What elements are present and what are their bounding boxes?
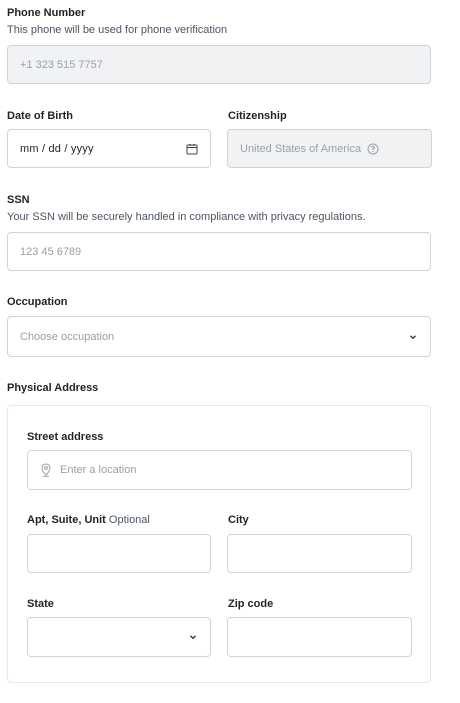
calendar-icon[interactable] xyxy=(186,143,198,155)
phone-label: Phone Number xyxy=(7,7,86,19)
address-section-label: Physical Address xyxy=(7,382,99,394)
location-pin-icon xyxy=(40,463,52,477)
city-label: City xyxy=(228,514,249,526)
ssn-label: SSN xyxy=(7,194,30,206)
chevron-down-icon xyxy=(408,332,418,342)
ssn-placeholder: 123 45 6789 xyxy=(20,245,82,258)
occupation-select[interactable]: Choose occupation xyxy=(7,316,431,357)
chevron-down-icon xyxy=(188,632,198,642)
apt-label: Apt, Suite, Unit Optional xyxy=(27,514,150,526)
citizenship-field: United States of America xyxy=(227,129,432,168)
dob-placeholder: mm / dd / yyyy xyxy=(20,142,94,155)
state-select[interactable] xyxy=(27,617,211,657)
occupation-label: Occupation xyxy=(7,296,68,308)
citizenship-value: United States of America xyxy=(240,142,362,155)
citizenship-label: Citizenship xyxy=(228,110,287,122)
street-placeholder: Enter a location xyxy=(60,464,137,476)
street-input[interactable]: Enter a location xyxy=(27,450,412,490)
help-icon[interactable] xyxy=(367,143,379,155)
ssn-hint: Your SSN will be securely handled in com… xyxy=(7,211,366,223)
ssn-input[interactable]: 123 45 6789 xyxy=(7,232,431,271)
zip-label: Zip code xyxy=(228,598,274,610)
apt-label-text: Apt, Suite, Unit xyxy=(27,514,106,526)
apt-optional-tag: Optional xyxy=(108,514,150,526)
phone-field: +1 323 515 7757 xyxy=(7,45,431,84)
apt-input[interactable] xyxy=(27,534,211,573)
zip-input[interactable] xyxy=(227,617,412,657)
city-input[interactable] xyxy=(227,534,412,573)
phone-value: +1 323 515 7757 xyxy=(20,58,103,71)
dob-label: Date of Birth xyxy=(7,110,73,122)
phone-hint: This phone will be used for phone verifi… xyxy=(7,24,228,36)
state-label: State xyxy=(27,598,54,610)
dob-input[interactable]: mm / dd / yyyy xyxy=(7,129,211,168)
occupation-placeholder: Choose occupation xyxy=(20,330,115,343)
street-label: Street address xyxy=(27,431,104,443)
